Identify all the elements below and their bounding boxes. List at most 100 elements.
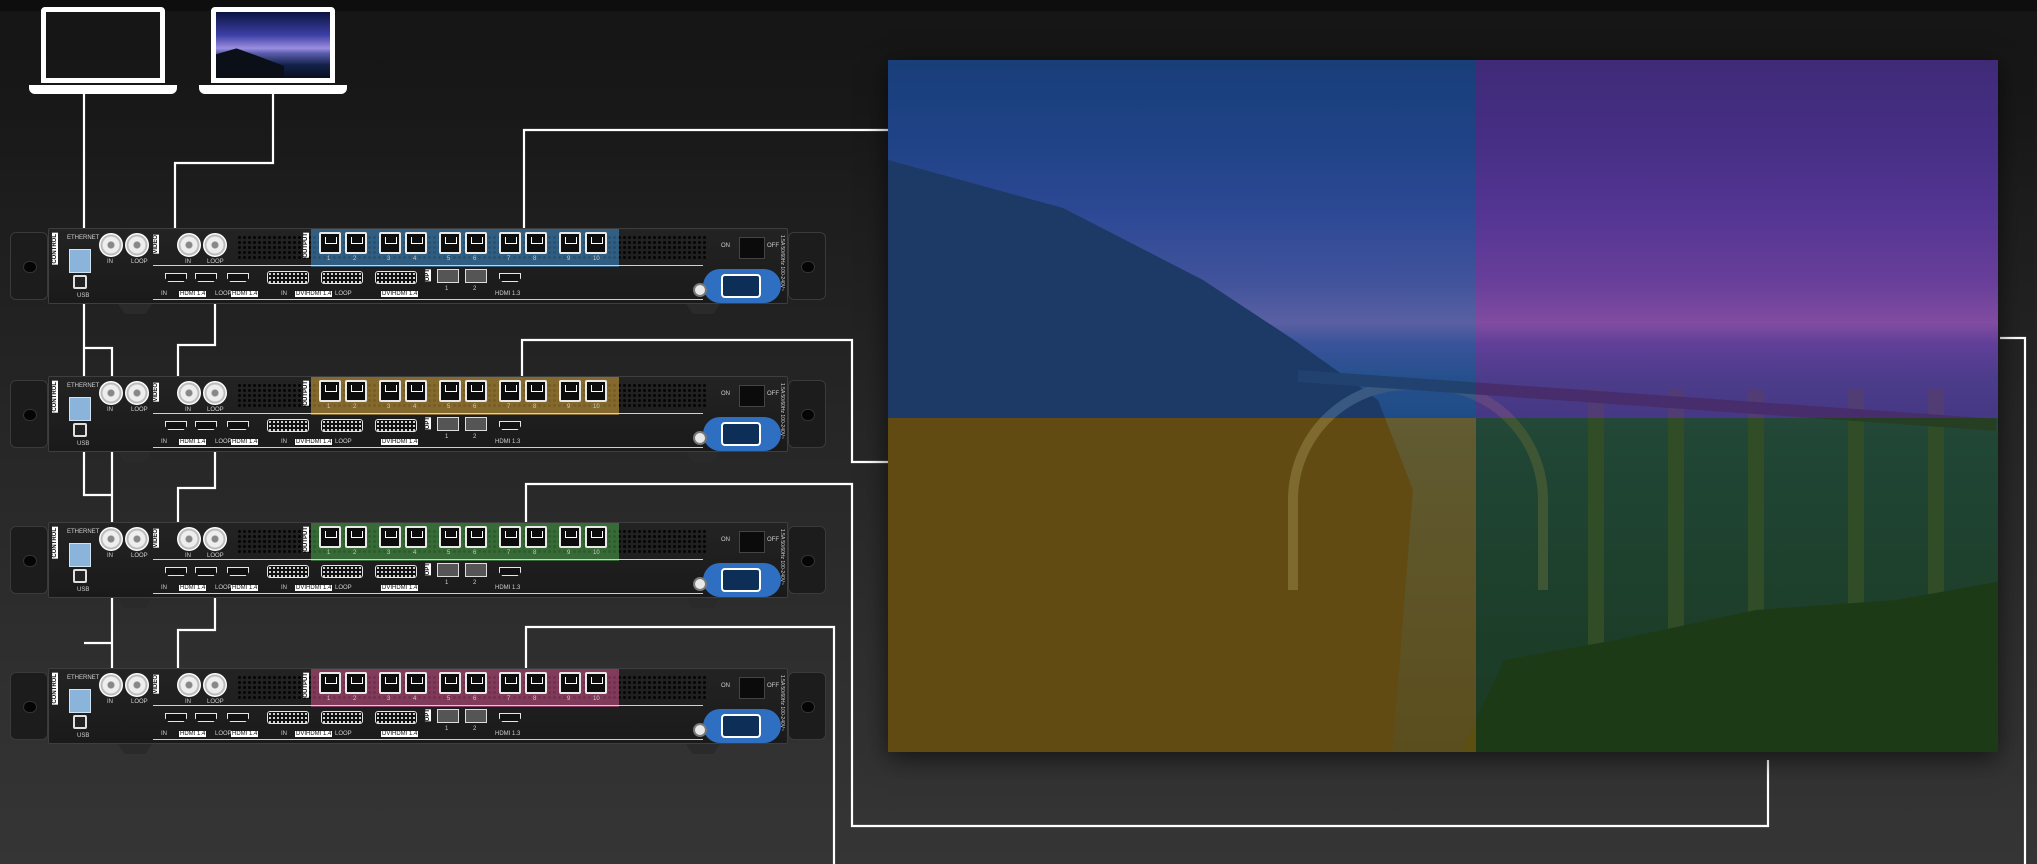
output-port-10[interactable] bbox=[585, 672, 607, 694]
ethernet-port[interactable] bbox=[69, 397, 91, 421]
bnc-connector[interactable] bbox=[177, 527, 201, 551]
bnc-connector[interactable] bbox=[203, 673, 227, 697]
bnc-connector[interactable] bbox=[125, 527, 149, 551]
power-inlet[interactable] bbox=[703, 417, 781, 451]
bnc-connector[interactable] bbox=[203, 233, 227, 257]
output-port-4[interactable] bbox=[405, 232, 427, 254]
hdmi-port[interactable] bbox=[165, 713, 187, 722]
hdmi-port[interactable] bbox=[227, 421, 249, 430]
output-port-7[interactable] bbox=[499, 232, 521, 254]
output-port-10[interactable] bbox=[585, 526, 607, 548]
dvi-port[interactable] bbox=[321, 419, 363, 432]
output-port-6[interactable] bbox=[465, 232, 487, 254]
bnc-connector[interactable] bbox=[99, 527, 123, 551]
output-port-8[interactable] bbox=[525, 380, 547, 402]
output-port-6[interactable] bbox=[465, 526, 487, 548]
output-port-2[interactable] bbox=[345, 232, 367, 254]
output-port-4[interactable] bbox=[405, 380, 427, 402]
dvi-port[interactable] bbox=[321, 711, 363, 724]
usb-port[interactable] bbox=[73, 275, 87, 289]
power-switch[interactable] bbox=[739, 531, 765, 553]
hdmi-port[interactable] bbox=[227, 273, 249, 282]
dvi-port[interactable] bbox=[267, 271, 309, 284]
output-port-9[interactable] bbox=[559, 526, 581, 548]
output-port-10[interactable] bbox=[585, 380, 607, 402]
dvi-port[interactable] bbox=[267, 711, 309, 724]
bnc-connector[interactable] bbox=[203, 381, 227, 405]
output-port-10[interactable] bbox=[585, 232, 607, 254]
output-port-3[interactable] bbox=[379, 380, 401, 402]
opt-port-1[interactable] bbox=[437, 269, 459, 283]
bnc-connector[interactable] bbox=[203, 527, 227, 551]
output-port-2[interactable] bbox=[345, 380, 367, 402]
output-port-9[interactable] bbox=[559, 232, 581, 254]
power-inlet[interactable] bbox=[703, 269, 781, 303]
output-port-1[interactable] bbox=[319, 526, 341, 548]
output-port-8[interactable] bbox=[525, 672, 547, 694]
hdmi-port[interactable] bbox=[195, 273, 217, 282]
output-port-3[interactable] bbox=[379, 672, 401, 694]
hdmi-port[interactable] bbox=[195, 713, 217, 722]
usb-port[interactable] bbox=[73, 569, 87, 583]
hdmi13-port[interactable] bbox=[499, 713, 521, 722]
hdmi-port[interactable] bbox=[195, 567, 217, 576]
output-port-2[interactable] bbox=[345, 526, 367, 548]
bnc-connector[interactable] bbox=[177, 233, 201, 257]
power-switch[interactable] bbox=[739, 385, 765, 407]
bnc-connector[interactable] bbox=[99, 673, 123, 697]
output-port-3[interactable] bbox=[379, 232, 401, 254]
output-port-1[interactable] bbox=[319, 380, 341, 402]
bnc-connector[interactable] bbox=[125, 381, 149, 405]
usb-port[interactable] bbox=[73, 423, 87, 437]
dvi-port[interactable] bbox=[375, 711, 417, 724]
hdmi-port[interactable] bbox=[165, 273, 187, 282]
power-inlet[interactable] bbox=[703, 709, 781, 743]
opt-port-2[interactable] bbox=[465, 709, 487, 723]
hdmi13-port[interactable] bbox=[499, 567, 521, 576]
output-port-4[interactable] bbox=[405, 526, 427, 548]
output-port-4[interactable] bbox=[405, 672, 427, 694]
output-port-2[interactable] bbox=[345, 672, 367, 694]
output-port-7[interactable] bbox=[499, 380, 521, 402]
usb-port[interactable] bbox=[73, 715, 87, 729]
bnc-connector[interactable] bbox=[177, 673, 201, 697]
output-port-7[interactable] bbox=[499, 526, 521, 548]
dvi-port[interactable] bbox=[267, 565, 309, 578]
opt-port-1[interactable] bbox=[437, 709, 459, 723]
hdmi-port[interactable] bbox=[195, 421, 217, 430]
output-port-7[interactable] bbox=[499, 672, 521, 694]
ethernet-port[interactable] bbox=[69, 543, 91, 567]
hdmi-port[interactable] bbox=[227, 713, 249, 722]
output-port-9[interactable] bbox=[559, 380, 581, 402]
bnc-connector[interactable] bbox=[177, 381, 201, 405]
hdmi-port[interactable] bbox=[165, 421, 187, 430]
bnc-connector[interactable] bbox=[125, 673, 149, 697]
ethernet-port[interactable] bbox=[69, 689, 91, 713]
output-port-5[interactable] bbox=[439, 526, 461, 548]
opt-port-1[interactable] bbox=[437, 417, 459, 431]
hdmi13-port[interactable] bbox=[499, 421, 521, 430]
output-port-8[interactable] bbox=[525, 526, 547, 548]
dvi-port[interactable] bbox=[375, 419, 417, 432]
bnc-connector[interactable] bbox=[99, 381, 123, 405]
opt-port-1[interactable] bbox=[437, 563, 459, 577]
output-port-5[interactable] bbox=[439, 380, 461, 402]
output-port-8[interactable] bbox=[525, 232, 547, 254]
hdmi-port[interactable] bbox=[165, 567, 187, 576]
dvi-port[interactable] bbox=[375, 565, 417, 578]
output-port-6[interactable] bbox=[465, 672, 487, 694]
opt-port-2[interactable] bbox=[465, 417, 487, 431]
power-switch[interactable] bbox=[739, 237, 765, 259]
output-port-1[interactable] bbox=[319, 672, 341, 694]
power-inlet[interactable] bbox=[703, 563, 781, 597]
ethernet-port[interactable] bbox=[69, 249, 91, 273]
hdmi13-port[interactable] bbox=[499, 273, 521, 282]
dvi-port[interactable] bbox=[267, 419, 309, 432]
output-port-1[interactable] bbox=[319, 232, 341, 254]
opt-port-2[interactable] bbox=[465, 269, 487, 283]
output-port-5[interactable] bbox=[439, 672, 461, 694]
bnc-connector[interactable] bbox=[99, 233, 123, 257]
dvi-port[interactable] bbox=[321, 565, 363, 578]
bnc-connector[interactable] bbox=[125, 233, 149, 257]
output-port-6[interactable] bbox=[465, 380, 487, 402]
